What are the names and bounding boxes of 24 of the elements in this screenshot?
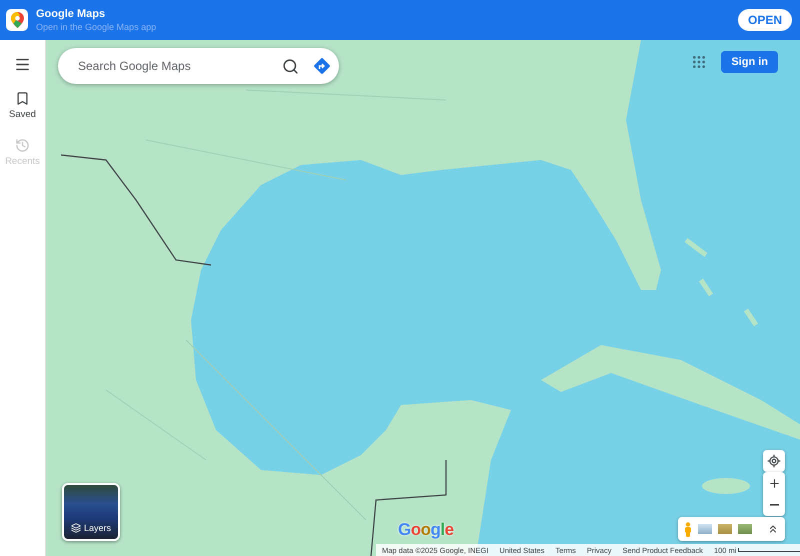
map-logo: Google (398, 520, 454, 540)
history-icon (14, 138, 30, 153)
app-subtitle: Open in the Google Maps app (36, 20, 158, 32)
search-box[interactable]: Search Google Maps (58, 48, 339, 84)
map-thumbnail[interactable] (698, 524, 712, 534)
location-target-icon (767, 454, 781, 468)
layers-icon (70, 523, 81, 533)
maps-logo-icon (6, 9, 28, 31)
saved-button[interactable]: Saved (9, 91, 36, 120)
search-field[interactable]: Search Google Maps (76, 58, 268, 74)
menu-icon[interactable] (14, 56, 31, 73)
minus-icon (770, 504, 778, 506)
map-thumbnail[interactable] (738, 524, 752, 534)
search-icon[interactable] (282, 58, 299, 74)
scale-bar (738, 548, 800, 552)
bookmark-icon (15, 91, 30, 106)
sign-in-button[interactable]: Sign in (721, 51, 778, 73)
expand-icon[interactable] (767, 523, 779, 535)
layers-button[interactable]: Layers (62, 483, 120, 541)
map-thumbnail[interactable] (718, 524, 732, 534)
app-title: Google Maps (36, 8, 106, 20)
open-app-button[interactable]: OPEN (738, 9, 792, 31)
plus-icon (768, 476, 780, 490)
apps-grid-icon[interactable] (691, 54, 708, 70)
